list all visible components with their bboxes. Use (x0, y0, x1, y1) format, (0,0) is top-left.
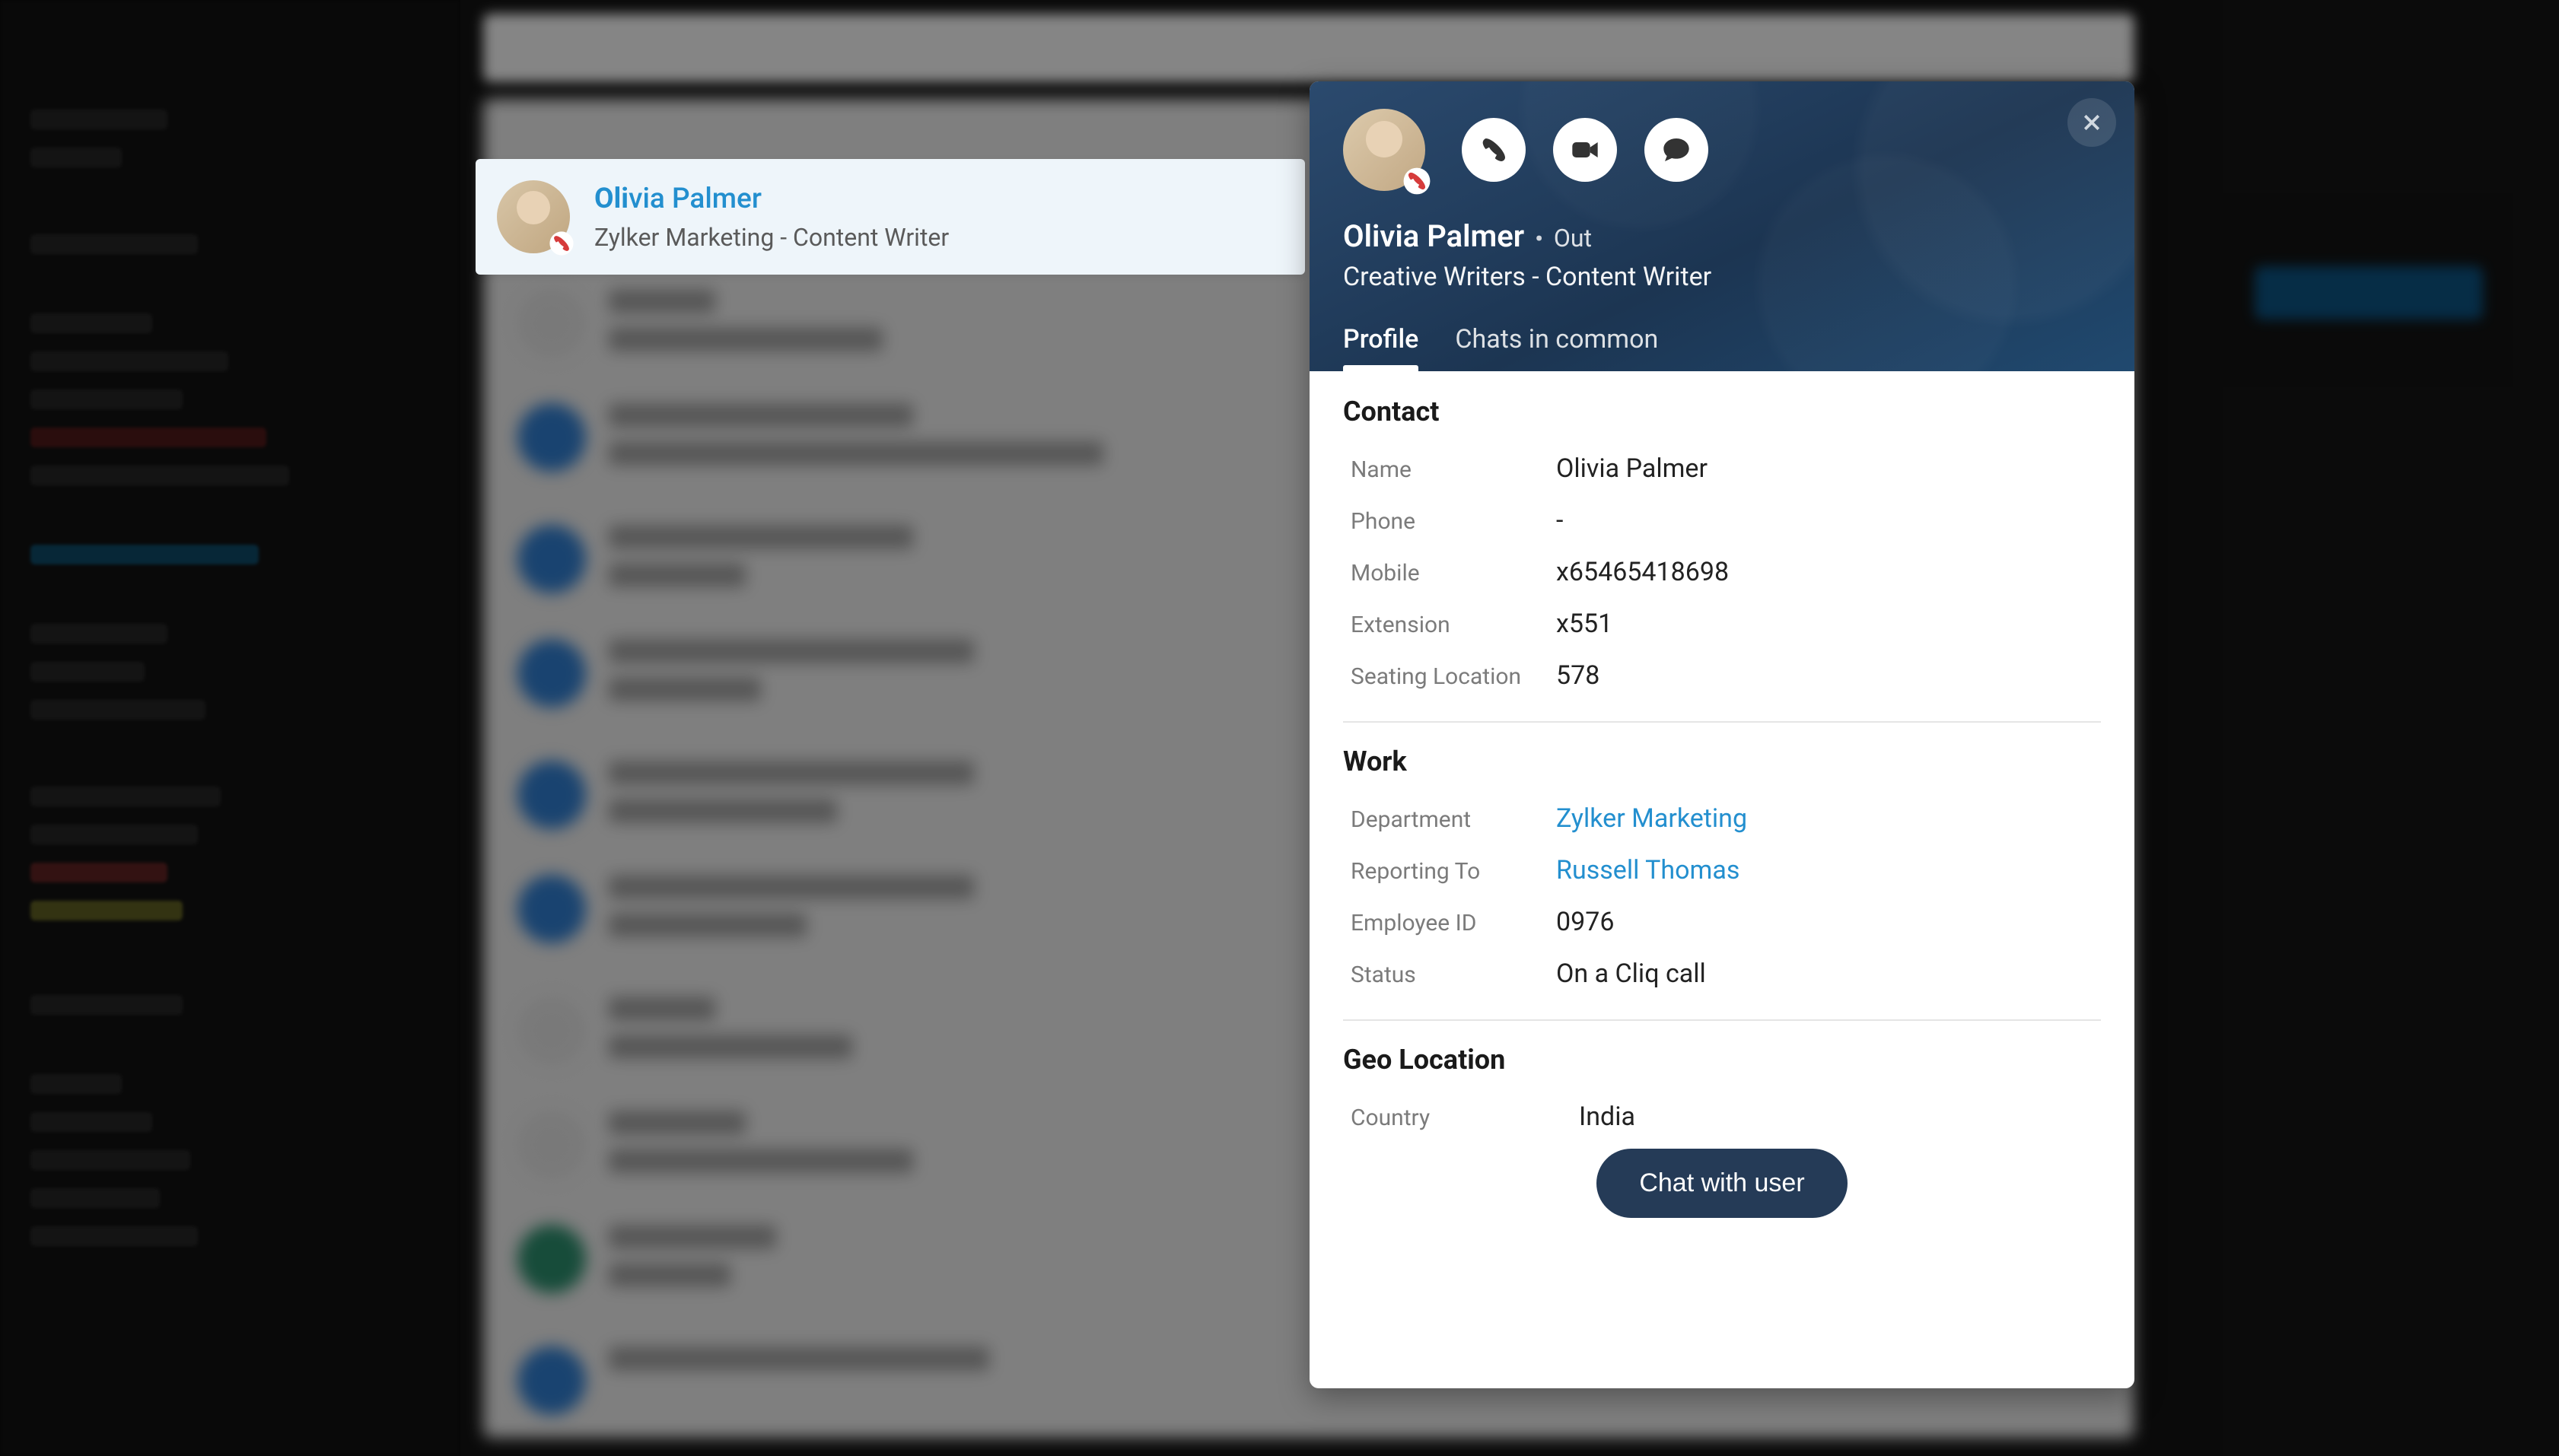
profile-card: Olivia Palmer • Out Creative Writers - C… (1310, 81, 2134, 1388)
field-value-status: On a Cliq call (1556, 958, 1706, 989)
chat-icon (1661, 135, 1692, 165)
profile-header: Olivia Palmer • Out Creative Writers - C… (1310, 81, 2134, 371)
field-value-name: Olivia Palmer (1556, 453, 1708, 484)
status-separator: • (1535, 226, 1543, 253)
chat-with-user-button[interactable]: Chat with user (1596, 1149, 1847, 1218)
chat-action-button[interactable] (1644, 118, 1708, 182)
field-value-mobile: x65465418698 (1556, 557, 1729, 587)
close-button[interactable] (2067, 98, 2116, 147)
profile-body: Contact Name Olivia Palmer Phone - Mobil… (1310, 371, 2134, 1388)
search-result-name: Olivia Palmer (594, 183, 949, 215)
field-value-phone: - (1556, 505, 1563, 536)
field-label-phone: Phone (1351, 508, 1556, 535)
section-title-geo: Geo Location (1343, 1044, 2101, 1076)
audio-call-button[interactable] (1462, 118, 1526, 182)
field-label-status: Status (1351, 962, 1556, 988)
search-result-subtitle: Zylker Marketing - Content Writer (594, 223, 949, 252)
field-value-seating: 578 (1556, 660, 1599, 691)
field-label-employee-id: Employee ID (1351, 910, 1556, 936)
on-call-badge-icon (1402, 167, 1431, 196)
search-result-avatar (497, 180, 570, 253)
section-title-work: Work (1343, 745, 2101, 777)
video-call-button[interactable] (1553, 118, 1617, 182)
profile-subtitle: Creative Writers - Content Writer (1343, 262, 2101, 292)
field-value-country: India (1579, 1102, 1635, 1132)
tab-profile[interactable]: Profile (1343, 324, 1418, 371)
field-value-department[interactable]: Zylker Marketing (1556, 803, 1747, 834)
field-label-extension: Extension (1351, 612, 1556, 638)
field-value-employee-id: 0976 (1556, 907, 1614, 937)
field-label-mobile: Mobile (1351, 560, 1556, 587)
section-divider (1343, 1019, 2101, 1021)
profile-presence-status: Out (1554, 224, 1592, 253)
profile-name: Olivia Palmer (1343, 218, 1524, 254)
field-label-seating: Seating Location (1351, 663, 1556, 690)
field-label-reporting: Reporting To (1351, 858, 1556, 885)
on-call-badge-icon (549, 230, 575, 256)
profile-avatar[interactable] (1343, 109, 1425, 191)
section-divider (1343, 721, 2101, 723)
video-icon (1570, 135, 1600, 165)
field-label-country: Country (1351, 1105, 1579, 1131)
field-value-extension: x551 (1556, 609, 1612, 639)
section-title-contact: Contact (1343, 396, 2101, 428)
field-value-reporting[interactable]: Russell Thomas (1556, 855, 1739, 885)
field-label-name: Name (1351, 456, 1556, 483)
phone-icon (1478, 135, 1509, 165)
field-label-department: Department (1351, 806, 1556, 833)
tab-chats-in-common[interactable]: Chats in common (1455, 324, 1658, 371)
search-result-row[interactable]: Olivia Palmer Zylker Marketing - Content… (476, 159, 1305, 275)
